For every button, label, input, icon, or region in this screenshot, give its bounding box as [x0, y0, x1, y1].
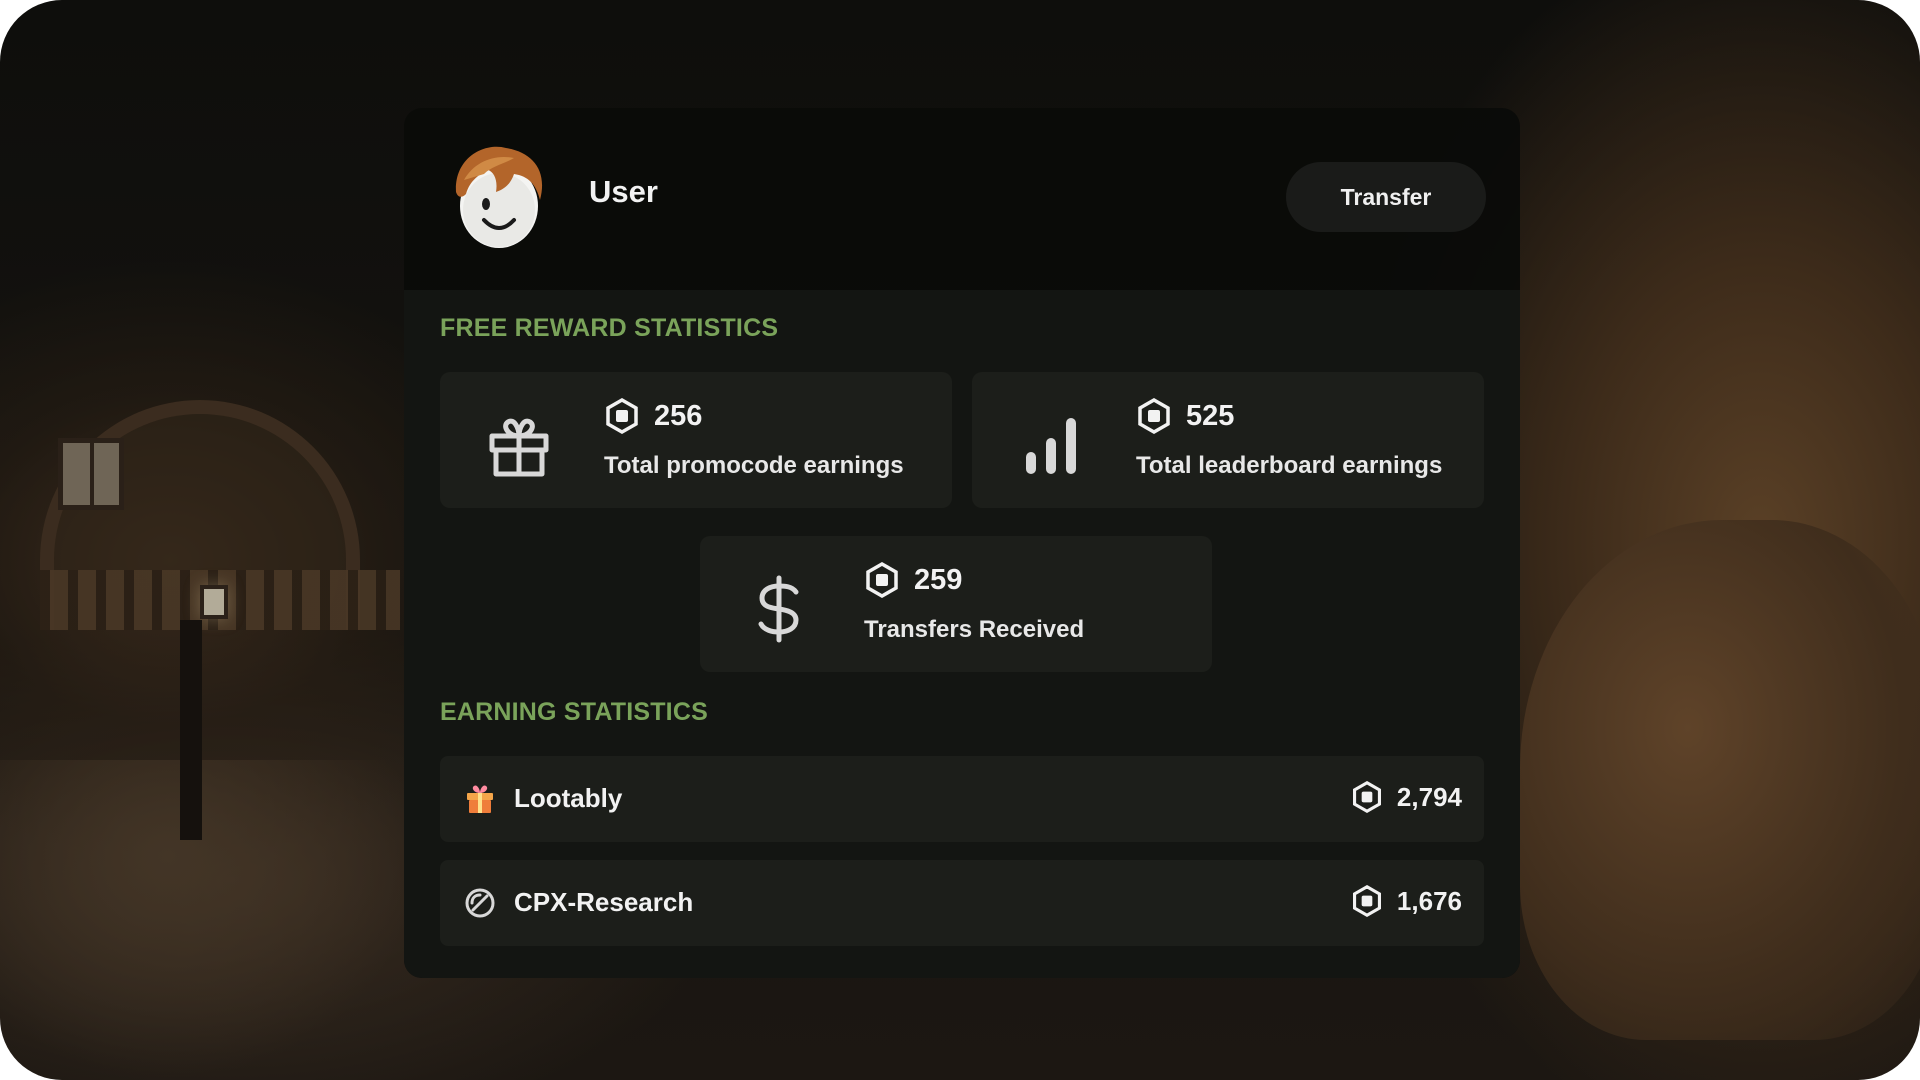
lootably-gift-icon — [467, 785, 493, 813]
promocode-earnings-card: 256 Total promocode earnings — [440, 372, 952, 508]
earning-row-value: 2,794 — [1396, 781, 1462, 812]
background-rock — [1520, 520, 1920, 1040]
earning-statistics-title: EARNING STATISTICS — [440, 698, 708, 726]
leaderboard-earnings-value: 525 — [1186, 399, 1235, 432]
earning-row-name: CPX-Research — [514, 887, 694, 917]
earning-row-amount: 2,794 — [1351, 781, 1462, 813]
transfer-button[interactable]: Transfer — [1286, 162, 1486, 232]
stats-panel: User Transfer FREE REWARD STATISTICS 256… — [404, 108, 1520, 978]
background-lamp — [200, 585, 228, 619]
transfers-received-label: Transfers Received — [864, 616, 1085, 643]
promocode-value-row: 256 — [604, 398, 702, 434]
robux-icon — [606, 398, 638, 434]
app-frame: User Transfer FREE REWARD STATISTICS 256… — [0, 0, 1920, 1080]
background-post — [180, 620, 202, 840]
robux-icon — [866, 562, 898, 598]
avatar — [455, 146, 543, 248]
robux-icon — [1352, 885, 1381, 917]
username: User — [589, 174, 658, 209]
gift-icon — [489, 418, 549, 477]
earning-row-amount: 1,676 — [1351, 885, 1462, 917]
profile-header: User Transfer — [404, 108, 1520, 290]
background-window — [58, 438, 124, 510]
earning-row-name: Lootably — [514, 783, 623, 813]
transfers-received-card: 259 Transfers Received — [700, 536, 1212, 672]
transfers-received-value: 259 — [914, 563, 963, 596]
promocode-earnings-value: 256 — [654, 399, 703, 432]
bar-chart-icon — [1026, 418, 1076, 474]
earning-row-cpx-research[interactable]: CPX-Research 1,676 — [440, 860, 1484, 946]
leaderboard-earnings-label: Total leaderboard earnings — [1136, 452, 1443, 479]
promocode-earnings-label: Total promocode earnings — [604, 452, 904, 479]
leaderboard-value-row: 525 — [1136, 398, 1234, 434]
background-scenery — [0, 760, 420, 1080]
transfers-value-row: 259 — [864, 562, 962, 598]
leaderboard-earnings-card: 525 Total leaderboard earnings — [972, 372, 1484, 508]
earning-row-lootably[interactable]: Lootably 2,794 — [440, 756, 1484, 842]
robux-icon — [1138, 398, 1170, 434]
earning-row-value: 1,676 — [1396, 885, 1462, 916]
robux-icon — [1352, 781, 1381, 813]
dollar-icon — [758, 575, 799, 643]
stats-content: FREE REWARD STATISTICS 256 Total promoco… — [404, 290, 1520, 978]
cpx-research-icon — [465, 888, 495, 918]
free-reward-statistics-title: FREE REWARD STATISTICS — [440, 314, 779, 342]
